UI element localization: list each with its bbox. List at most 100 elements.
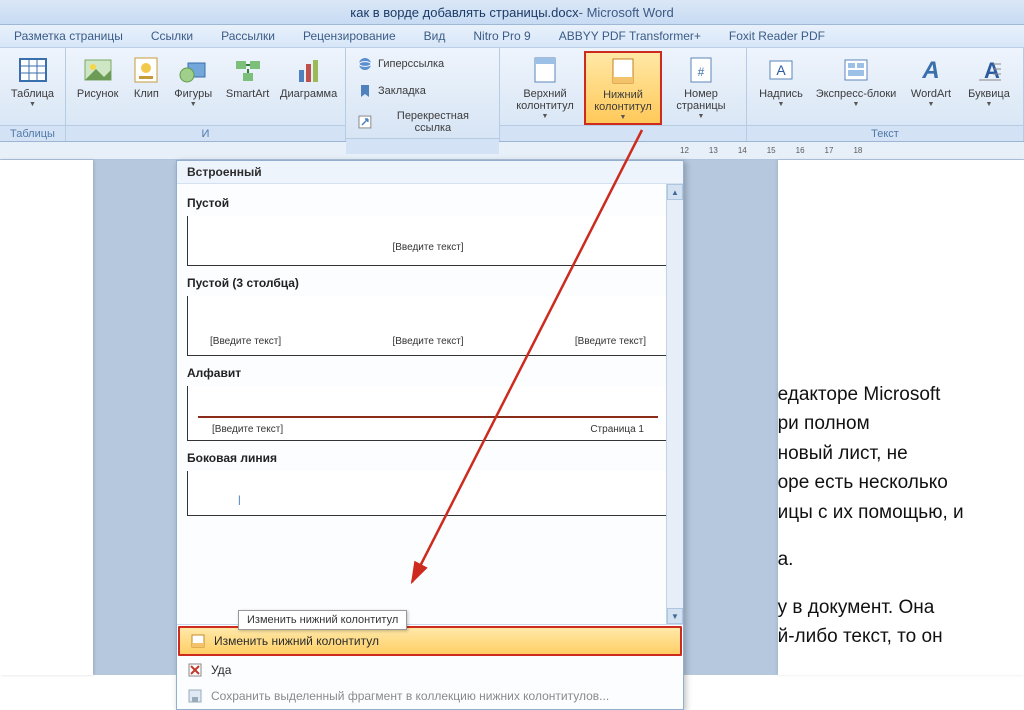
- gallery-footer-menu: Изменить нижний колонтитул Уда Сохранить…: [177, 624, 683, 709]
- gallery-section-alphabet: Алфавит: [187, 366, 669, 380]
- app-name: - Microsoft Word: [579, 5, 674, 20]
- tooltip: Изменить нижний колонтитул: [238, 610, 407, 630]
- ruler: 12 13 14 15 16 17 18: [0, 142, 1024, 160]
- tab-foxit[interactable]: Foxit Reader PDF: [729, 29, 825, 43]
- footer-icon: [607, 55, 639, 87]
- chart-icon: [293, 54, 325, 86]
- shapes-button[interactable]: Фигуры▼: [169, 51, 217, 111]
- dropcap-button[interactable]: AБуквица▼: [961, 51, 1017, 111]
- chart-button[interactable]: Диаграмма: [278, 51, 339, 103]
- preview-placeholder: [Введите текст]: [392, 242, 463, 253]
- gallery-item-three-columns[interactable]: [Введите текст] [Введите текст] [Введите…: [187, 296, 669, 356]
- text-line: ри полном: [778, 413, 870, 434]
- ribbon: Таблица ▼ Таблицы Рисунок Клип Фигуры▼ S…: [0, 48, 1024, 142]
- tab-mailings[interactable]: Рассылки: [221, 29, 275, 43]
- quickparts-button[interactable]: Экспресс-блоки▼: [811, 51, 901, 111]
- chevron-down-icon: ▼: [853, 101, 860, 108]
- text-line: оре есть несколько: [778, 472, 948, 493]
- hyperlink-icon: [357, 56, 373, 72]
- dropcap-icon: A: [973, 54, 1005, 86]
- group-label-links: [346, 138, 499, 154]
- gallery-scrollbar[interactable]: ▲ ▼: [666, 184, 683, 624]
- gallery-section-empty: Пустой: [187, 196, 669, 210]
- quickparts-label: Экспресс-блоки: [816, 88, 897, 100]
- page-number-button[interactable]: #Номер страницы▼: [662, 51, 740, 123]
- preview-placeholder: [Введите текст]: [392, 336, 463, 347]
- tab-page-layout[interactable]: Разметка страницы: [14, 29, 123, 43]
- text-line: а.: [778, 549, 794, 570]
- quickparts-icon: [840, 54, 872, 86]
- chevron-down-icon: ▼: [928, 101, 935, 108]
- gallery-body: Пустой [Введите текст] Пустой (3 столбца…: [177, 184, 683, 624]
- svg-text:A: A: [984, 58, 1000, 83]
- wordart-button[interactable]: AWordArt▼: [903, 51, 959, 111]
- edit-footer-label: Изменить нижний колонтитул: [214, 634, 379, 648]
- shapes-icon: [177, 54, 209, 86]
- footer-button[interactable]: Нижний колонтитул▼: [584, 51, 662, 125]
- document-page[interactable]: едакторе Microsoft ри полном новый лист,…: [778, 160, 1024, 675]
- tab-abbyy[interactable]: ABBYY PDF Transformer+: [559, 29, 701, 43]
- gallery-section-sideline: Боковая линия: [187, 451, 669, 465]
- group-links: Гиперссылка Закладка Перекрестная ссылка: [346, 48, 500, 141]
- preview-placeholder: [Введите текст]: [212, 424, 283, 435]
- scroll-down-icon[interactable]: ▼: [667, 608, 683, 624]
- group-tables: Таблица ▼ Таблицы: [0, 48, 66, 141]
- scroll-up-icon[interactable]: ▲: [667, 184, 683, 200]
- bookmark-label: Закладка: [378, 85, 426, 97]
- svg-text:A: A: [921, 57, 939, 84]
- gallery-item-empty[interactable]: [Введите текст]: [187, 216, 669, 266]
- clip-button[interactable]: Клип: [127, 51, 165, 103]
- group-text: AНадпись▼ Экспресс-блоки▼ AWordArt▼ AБук…: [747, 48, 1024, 141]
- chart-label: Диаграмма: [280, 88, 337, 100]
- tab-view[interactable]: Вид: [424, 29, 446, 43]
- text-line: й-либо текст, то он: [778, 626, 943, 647]
- text-line: у в документ. Она: [778, 597, 935, 618]
- tab-nitro[interactable]: Nitro Pro 9: [473, 29, 530, 43]
- chevron-down-icon: ▼: [29, 101, 36, 108]
- group-label-text: Текст: [747, 125, 1023, 141]
- clip-icon: [130, 54, 162, 86]
- header-button[interactable]: Верхний колонтитул▼: [506, 51, 584, 123]
- chevron-down-icon: ▼: [190, 101, 197, 108]
- save-footer-item[interactable]: Сохранить выделенный фрагмент в коллекци…: [177, 683, 683, 709]
- tab-links[interactable]: Ссылки: [151, 29, 193, 43]
- document-area: едакторе Microsoft ри полном новый лист,…: [0, 160, 1024, 675]
- tab-review[interactable]: Рецензирование: [303, 29, 396, 43]
- edit-footer-item[interactable]: Изменить нижний колонтитул: [178, 626, 682, 656]
- edit-footer-icon: [190, 633, 206, 649]
- bookmark-button[interactable]: Закладка: [352, 80, 431, 102]
- header-label: Верхний колонтитул: [507, 88, 583, 112]
- page-number-label: Номер страницы: [663, 88, 739, 112]
- smartart-button[interactable]: SmartArt: [221, 51, 274, 103]
- shapes-label: Фигуры: [174, 88, 212, 100]
- bookmark-icon: [357, 83, 373, 99]
- gallery-section-three: Пустой (3 столбца): [187, 276, 669, 290]
- chevron-down-icon: ▼: [542, 113, 549, 120]
- preview-placeholder: [Введите текст]: [575, 336, 646, 347]
- delete-footer-item[interactable]: Уда: [177, 657, 683, 683]
- footer-label: Нижний колонтитул: [586, 89, 660, 113]
- wordart-icon: A: [915, 54, 947, 86]
- page-left-margin: [0, 160, 93, 675]
- textbox-label: Надпись: [759, 88, 803, 100]
- chevron-down-icon: ▼: [620, 114, 627, 121]
- hyperlink-button[interactable]: Гиперссылка: [352, 53, 449, 75]
- save-footer-icon: [187, 688, 203, 704]
- smartart-icon: [232, 54, 264, 86]
- svg-text:A: A: [776, 62, 786, 78]
- ruler-tick: 12: [680, 146, 689, 155]
- textbox-button[interactable]: AНадпись▼: [753, 51, 809, 111]
- crossref-icon: [357, 114, 373, 130]
- picture-button[interactable]: Рисунок: [72, 51, 123, 103]
- page-number-icon: #: [685, 54, 717, 86]
- crossref-button[interactable]: Перекрестная ссылка: [352, 107, 493, 137]
- delete-footer-icon: [187, 662, 203, 678]
- group-label-hf: [500, 125, 746, 141]
- ruler-tick: 14: [738, 146, 747, 155]
- gallery-item-sideline[interactable]: |: [187, 471, 669, 516]
- table-button[interactable]: Таблица ▼: [6, 51, 59, 111]
- text-line: едакторе Microsoft: [778, 384, 941, 405]
- svg-text:#: #: [698, 65, 705, 79]
- gallery-item-alphabet[interactable]: [Введите текст]Страница 1: [187, 386, 669, 441]
- clip-label: Клип: [134, 88, 159, 100]
